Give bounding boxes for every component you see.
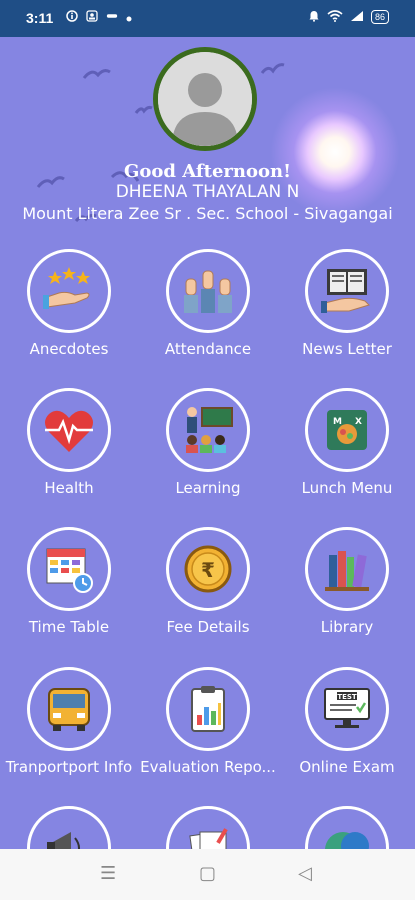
status-time: 3:11	[26, 10, 54, 26]
menu-tile-learning[interactable]: Learning	[139, 388, 277, 497]
megaphone-icon	[47, 832, 80, 849]
back-button[interactable]: ◁	[298, 863, 312, 884]
menu-icon-circle[interactable]	[166, 249, 250, 333]
menu-icon-circle[interactable]	[27, 249, 111, 333]
heart-pulse-icon	[45, 410, 93, 452]
menu-icon-circle[interactable]	[27, 667, 111, 751]
menu-tile-time-table[interactable]: Time Table	[0, 527, 138, 636]
dot-icon	[126, 9, 132, 25]
chat-bubble-icon	[325, 832, 369, 849]
menu-tile-documents[interactable]	[139, 806, 277, 849]
school-bus-icon	[48, 688, 90, 731]
menu-icon-circle[interactable]: ₹	[166, 527, 250, 611]
clipboard-chart-icon	[191, 686, 225, 732]
recent-apps-button[interactable]: ☰	[100, 863, 116, 884]
calendar-clock-icon	[46, 548, 93, 593]
menu-tile-transport-info[interactable]: Tranportport Info	[0, 667, 138, 776]
menu-tile-online-exam[interactable]: TEST Online Exam	[278, 667, 415, 776]
menu-tile-anecdotes[interactable]: Anecdotes	[0, 249, 138, 358]
menu-icon-circle[interactable]: TEST	[305, 667, 389, 751]
menu-tile-library[interactable]: Library	[278, 527, 415, 636]
menu-icon-circle[interactable]	[305, 527, 389, 611]
menu-label: Attendance	[164, 340, 252, 358]
navigation-bar: ☰ ▢ ◁	[0, 849, 415, 900]
menu-tile-announcements[interactable]	[0, 806, 138, 849]
menu-tile-lunch-menu[interactable]: M X Lunch Menu	[278, 388, 415, 497]
menu-label: Learning	[175, 479, 241, 497]
books-icon	[325, 551, 369, 591]
documents-icon	[189, 828, 228, 849]
home-screen[interactable]: Good Afternoon! DHEENA THAYALAN N Mount …	[0, 37, 415, 849]
app-notification-icon	[106, 9, 118, 25]
school-name: Mount Litera Zee Sr . Sec. School - Siva…	[22, 204, 393, 223]
menu-icon-circle[interactable]	[166, 388, 250, 472]
menu-label: Health	[44, 479, 94, 497]
menu-label: Fee Details	[166, 618, 250, 636]
menu-icon-circle[interactable]	[305, 806, 389, 849]
classroom-icon	[186, 407, 233, 453]
menu-label: Evaluation Repo...	[140, 758, 276, 776]
bird-icon	[260, 63, 285, 74]
stars-hand-icon	[43, 267, 90, 309]
menu-label: Lunch Menu	[301, 479, 393, 497]
menu-tile-fee-details[interactable]: ₹ Fee Details	[139, 527, 277, 636]
signal-icon	[350, 9, 364, 25]
menu-tile-health[interactable]: Health	[0, 388, 138, 497]
svg-text:₹: ₹	[201, 558, 215, 582]
raised-hands-icon	[184, 270, 232, 313]
menu-tile-evaluation-report[interactable]: Evaluation Repo...	[139, 667, 277, 776]
home-button[interactable]: ▢	[199, 863, 216, 884]
user-name: DHEENA THAYALAN N	[115, 182, 300, 202]
bird-icon	[82, 69, 111, 79]
menu-icon-circle[interactable]: M X	[305, 388, 389, 472]
rupee-coin-icon: ₹	[184, 545, 232, 593]
battery-indicator: 86	[370, 10, 389, 24]
menu-icon-circle[interactable]	[305, 249, 389, 333]
menu-tile-attendance[interactable]: Attendance	[139, 249, 277, 358]
info-icon	[66, 9, 78, 25]
alarm-icon	[308, 9, 320, 25]
svg-text:M: M	[333, 417, 342, 427]
menu-icon-circle[interactable]	[27, 388, 111, 472]
svg-text:TEST: TEST	[337, 693, 357, 701]
contact-card-icon	[86, 9, 98, 25]
bird-icon	[134, 105, 153, 114]
menu-label: News Letter	[302, 340, 392, 358]
menu-icon-circle[interactable]	[27, 527, 111, 611]
test-monitor-icon: TEST	[324, 688, 370, 728]
wifi-icon	[327, 9, 343, 25]
svg-text:X: X	[355, 417, 362, 427]
lunch-menu-icon: M X	[327, 410, 367, 450]
menu-icon-circle[interactable]	[27, 806, 111, 849]
status-bar: 3:11 86	[0, 0, 415, 37]
avatar[interactable]	[153, 47, 257, 151]
menu-icon-circle[interactable]	[166, 667, 250, 751]
menu-label: Tranportport Info	[5, 758, 133, 776]
menu-label: Online Exam	[299, 758, 395, 776]
menu-tile-news-letter[interactable]: News Letter	[278, 249, 415, 358]
menu-label: Anecdotes	[29, 340, 109, 358]
newspaper-hand-icon	[321, 269, 370, 313]
greeting-text: Good Afternoon!	[124, 161, 291, 182]
menu-tile-chat[interactable]	[278, 806, 415, 849]
menu-label: Time Table	[28, 618, 110, 636]
user-silhouette-icon	[158, 52, 252, 146]
menu-icon-circle[interactable]	[166, 806, 250, 849]
menu-label: Library	[320, 618, 374, 636]
